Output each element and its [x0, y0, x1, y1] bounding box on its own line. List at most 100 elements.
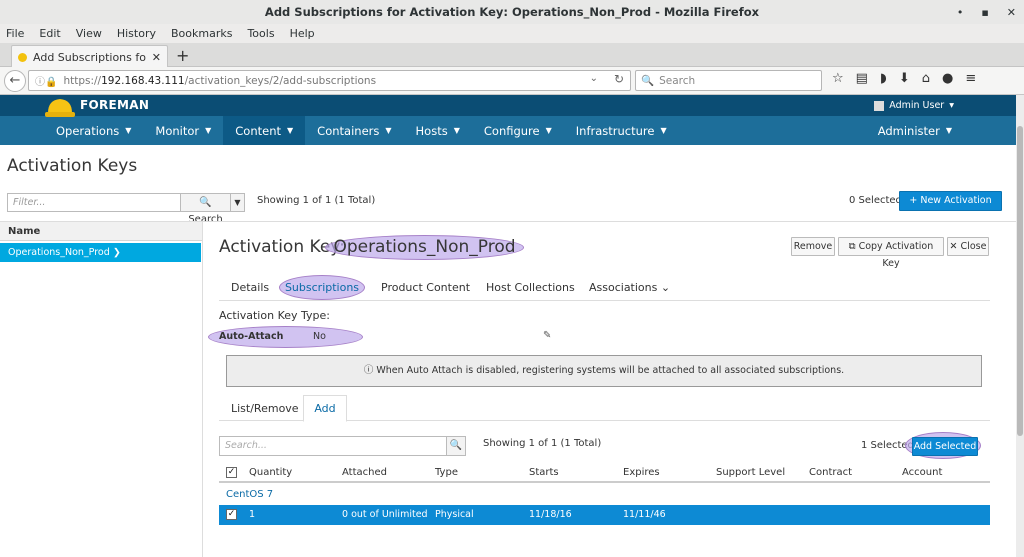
- tab-product-content[interactable]: Product Content: [381, 281, 470, 294]
- col-attached[interactable]: Attached: [342, 467, 387, 478]
- close-window-icon[interactable]: ✕: [1007, 6, 1016, 19]
- nav-containers[interactable]: Containers ▼: [305, 116, 403, 145]
- new-tab-icon[interactable]: +: [176, 46, 189, 65]
- bookmark-star-icon[interactable]: ☆: [832, 71, 844, 86]
- nav-infrastructure[interactable]: Infrastructure ▼: [564, 116, 679, 145]
- name-column-header[interactable]: Name: [0, 222, 202, 241]
- downloads-icon[interactable]: ⬇: [899, 71, 910, 86]
- plus-icon: +: [909, 195, 918, 206]
- col-contract[interactable]: Contract: [809, 467, 852, 478]
- browser-tab[interactable]: Add Subscriptions for ... ✕: [11, 45, 168, 68]
- nav-operations[interactable]: Operations ▼: [0, 116, 143, 145]
- selected-count: 0 Selected: [849, 195, 902, 206]
- nav-monitor[interactable]: Monitor ▼: [143, 116, 223, 145]
- chevron-down-icon: ⌄: [660, 281, 671, 294]
- nav-configure[interactable]: Configure ▼: [472, 116, 564, 145]
- pocket-icon[interactable]: ◗: [880, 71, 887, 86]
- subscription-search-button[interactable]: 🔍: [446, 436, 466, 456]
- search-icon: 🔍: [449, 440, 463, 451]
- close-button[interactable]: ✕ Close: [947, 237, 989, 256]
- col-expires[interactable]: Expires: [623, 467, 660, 478]
- tab-subscriptions[interactable]: Subscriptions: [279, 275, 365, 300]
- col-account[interactable]: Account: [902, 467, 942, 478]
- foreman-brand[interactable]: FOREMAN: [80, 98, 149, 112]
- back-button[interactable]: ←: [4, 70, 26, 92]
- chevron-down-icon: ▼: [545, 126, 552, 135]
- select-all-checkbox[interactable]: ✓: [226, 466, 237, 478]
- auto-attach-info-alert: ⓘ When Auto Attach is disabled, register…: [226, 355, 982, 387]
- chevron-down-icon: ▼: [287, 126, 294, 135]
- cell-starts: 11/18/16: [529, 509, 572, 520]
- minimize-icon[interactable]: •: [957, 6, 964, 19]
- extension-icon[interactable]: ●: [942, 71, 953, 86]
- menu-edit[interactable]: Edit: [39, 27, 60, 40]
- remove-button[interactable]: Remove: [791, 237, 835, 256]
- url-scheme: https://: [63, 74, 102, 87]
- activation-key-name: Operations_Non_Prod: [325, 235, 524, 260]
- edit-icon[interactable]: ✎: [543, 330, 551, 341]
- close-icon: ✕: [949, 241, 958, 252]
- add-selected-button[interactable]: Add Selected: [912, 437, 978, 456]
- menu-view[interactable]: View: [76, 27, 102, 40]
- foreman-topbar: [0, 95, 1024, 116]
- tab-list-remove[interactable]: List/Remove: [231, 402, 299, 415]
- col-quantity[interactable]: Quantity: [249, 467, 292, 478]
- home-icon[interactable]: ⌂: [922, 71, 930, 86]
- site-info-icon[interactable]: ⓘ🔒: [35, 73, 57, 88]
- filter-input[interactable]: Filter...: [7, 193, 181, 212]
- chevron-down-icon: ▼: [945, 126, 952, 135]
- nav-administer[interactable]: Administer ▼: [866, 116, 1016, 145]
- col-starts[interactable]: Starts: [529, 467, 559, 478]
- menu-file[interactable]: File: [6, 27, 24, 40]
- url-host: 192.168.43.111: [101, 74, 185, 87]
- hamburger-menu-icon[interactable]: ≡: [965, 71, 976, 86]
- chevron-down-icon: ▼: [453, 126, 460, 135]
- reload-icon[interactable]: ↻: [614, 72, 624, 86]
- list-item[interactable]: Operations_Non_Prod ❯: [0, 243, 201, 262]
- scrollbar-thumb[interactable]: [1017, 126, 1023, 436]
- browser-tab-title: Add Subscriptions for ...: [33, 50, 146, 64]
- col-type[interactable]: Type: [435, 467, 458, 478]
- search-dropdown-button[interactable]: ▼: [230, 193, 245, 212]
- col-support-level[interactable]: Support Level: [716, 467, 785, 478]
- auto-attach-value: No: [313, 331, 326, 342]
- tab-add[interactable]: Add: [303, 395, 347, 422]
- results-count: Showing 1 of 1 (1 Total): [257, 195, 376, 206]
- url-path: /activation_keys/2/add-subscriptions: [184, 74, 377, 87]
- user-menu[interactable]: Admin User ▾: [874, 100, 954, 111]
- menu-history[interactable]: History: [117, 27, 156, 40]
- nav-content[interactable]: Content ▼: [223, 116, 306, 145]
- menu-bookmarks[interactable]: Bookmarks: [171, 27, 232, 40]
- tab-details[interactable]: Details: [231, 281, 269, 294]
- nav-hosts[interactable]: Hosts ▼: [404, 116, 472, 145]
- subscription-subtabs: List/Remove Add: [219, 395, 990, 422]
- search-button[interactable]: 🔍 Search: [180, 193, 231, 225]
- web-search-placeholder: Search: [659, 74, 696, 87]
- main-nav: Operations ▼ Monitor ▼ Content ▼ Containers…: [0, 116, 1016, 145]
- tab-associations[interactable]: Associations ⌄: [589, 281, 670, 294]
- subscription-search-input[interactable]: Search...: [219, 436, 447, 456]
- url-bar[interactable]: ⓘ🔒 https://192.168.43.111/activation_key…: [28, 70, 631, 91]
- menu-tools[interactable]: Tools: [247, 27, 274, 40]
- reading-list-icon[interactable]: ▤: [856, 71, 868, 86]
- row-checkbox[interactable]: ✓: [226, 508, 237, 520]
- user-name: Admin User: [889, 100, 945, 111]
- cell-attached: 0 out of Unlimited: [342, 509, 428, 520]
- table-row[interactable]: ✓ 1 0 out of Unlimited Physical 11/18/16…: [219, 505, 990, 525]
- new-activation-key-button[interactable]: + New Activation Key: [899, 191, 1002, 224]
- foreman-logo-icon[interactable]: [45, 96, 75, 118]
- copy-activation-key-button[interactable]: ⧉ Copy Activation Key: [838, 237, 944, 269]
- url-dropdown-icon[interactable]: ⌄: [590, 73, 598, 84]
- search-icon: 🔍: [199, 197, 212, 208]
- search-icon: 🔍: [641, 75, 655, 87]
- menu-help[interactable]: Help: [290, 27, 315, 40]
- cell-quantity: 1: [249, 509, 256, 520]
- chevron-down-icon: ▼: [385, 126, 392, 135]
- close-tab-icon[interactable]: ✕: [152, 51, 161, 64]
- web-search-box[interactable]: 🔍 Search: [635, 70, 822, 91]
- activation-key-list: Name Operations_Non_Prod ❯: [0, 222, 203, 557]
- maximize-icon[interactable]: ▪: [981, 6, 988, 19]
- product-group-label[interactable]: CentOS 7: [226, 489, 273, 500]
- tab-host-collections[interactable]: Host Collections: [486, 281, 575, 294]
- copy-icon: ⧉: [848, 241, 856, 252]
